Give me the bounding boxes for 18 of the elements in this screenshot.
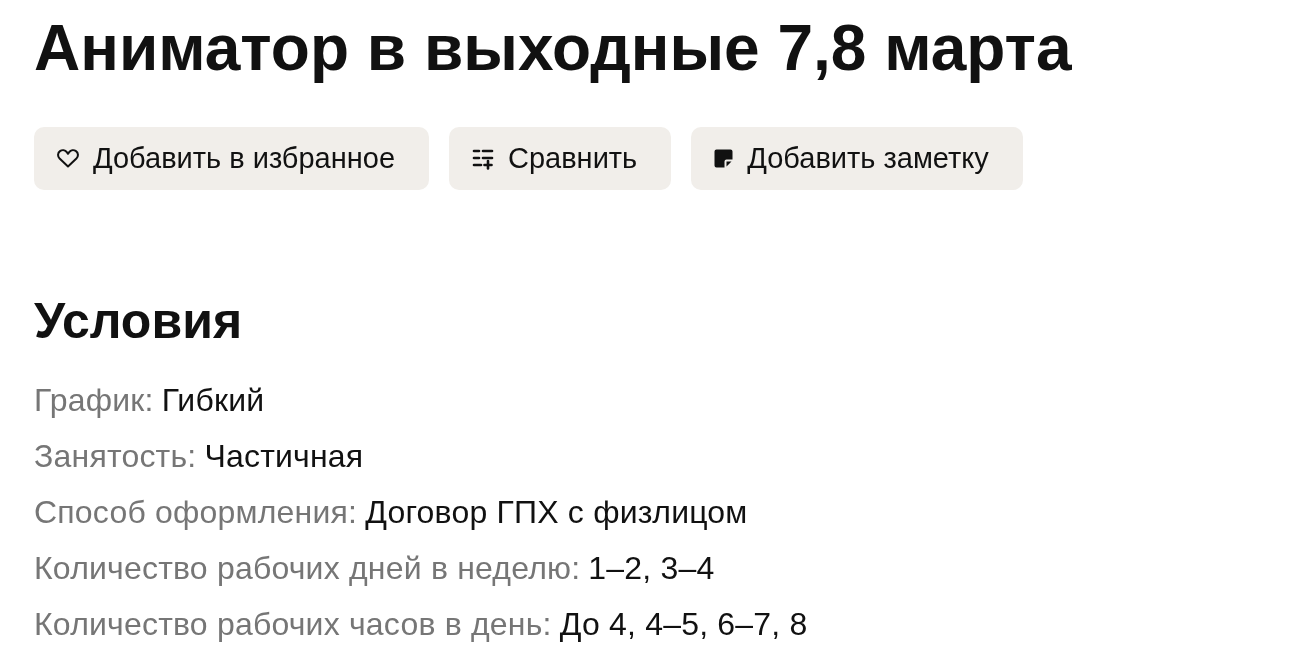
condition-label: Количество рабочих часов в день: (34, 605, 552, 644)
condition-label: Занятость: (34, 437, 197, 476)
list-plus-icon (472, 147, 494, 170)
condition-value: Частичная (204, 437, 364, 476)
favorite-button[interactable]: Добавить в избранное (34, 127, 429, 190)
condition-value: Гибкий (161, 381, 265, 420)
condition-label: График: (34, 381, 154, 420)
condition-value: Договор ГПХ с физлицом (365, 493, 748, 532)
page-title: Аниматор в выходные 7,8 марта (34, 12, 1073, 84)
note-button[interactable]: Добавить заметку (691, 127, 1023, 190)
note-icon (714, 149, 734, 168)
condition-label: Количество рабочих дней в неделю: (34, 549, 581, 588)
condition-value: 1–2, 3–4 (588, 549, 715, 588)
heart-icon (57, 149, 79, 168)
section-heading: Условия (34, 292, 244, 350)
condition-value: До 4, 4–5, 6–7, 8 (559, 605, 808, 644)
condition-label: Способ оформления: (34, 493, 358, 532)
compare-button[interactable]: Сравнить (449, 127, 672, 190)
